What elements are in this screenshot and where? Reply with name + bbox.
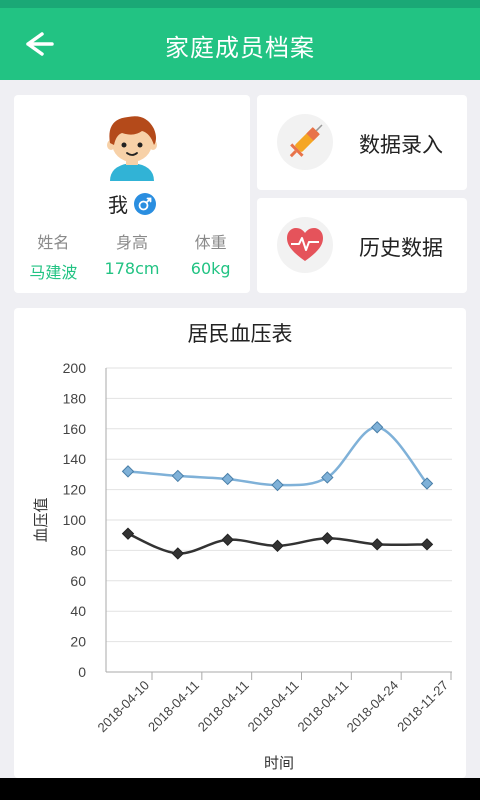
y-tick-label: 140 xyxy=(63,451,87,467)
stat-labels: 姓名 身高 体重 xyxy=(14,229,250,253)
display-name-row: 我 xyxy=(14,189,250,218)
data-point xyxy=(420,538,434,551)
y-tick-label: 160 xyxy=(63,421,87,437)
y-tick-label: 40 xyxy=(70,603,86,619)
height-value: 178cm xyxy=(104,259,160,278)
y-tick-label: 100 xyxy=(63,512,87,528)
y-tick-label: 120 xyxy=(63,482,87,498)
weight-value: 60kg xyxy=(190,259,231,278)
history-data-label: 历史数据 xyxy=(359,236,443,260)
data-point xyxy=(121,465,135,478)
syringe-icon xyxy=(277,114,333,170)
x-tick-label: 2018-04-10 xyxy=(94,678,152,736)
y-tick-label: 20 xyxy=(70,634,86,650)
x-tick-label: 2018-04-24 xyxy=(344,678,402,736)
display-name: 我 xyxy=(108,193,128,217)
app-bar: 家庭成员档案 xyxy=(0,8,480,80)
data-point xyxy=(370,538,384,551)
data-point xyxy=(121,527,135,540)
avatar xyxy=(107,116,157,181)
male-icon xyxy=(134,193,156,215)
data-point xyxy=(171,547,185,560)
x-tick-label: 2018-11-27 xyxy=(394,678,451,735)
system-navigation-bar xyxy=(0,778,480,800)
data-point xyxy=(271,539,284,553)
height-label: 身高 xyxy=(116,233,149,252)
data-point xyxy=(370,421,384,434)
data-point xyxy=(171,469,185,483)
weight-label: 体重 xyxy=(194,233,227,252)
y-axis-label: 血压值 xyxy=(32,497,50,542)
status-bar xyxy=(0,0,480,8)
stat-values: 马建波 178cm 60kg xyxy=(14,259,250,283)
name-value: 马建波 xyxy=(29,263,78,282)
y-tick-label: 60 xyxy=(70,573,86,589)
y-tick-label: 200 xyxy=(63,360,87,376)
data-point xyxy=(321,532,334,545)
profile-card: 我 姓名 身高 体重 马建波 178cm 60kg xyxy=(14,95,250,293)
x-tick-label: 2018-04-11 xyxy=(195,678,252,735)
data-point xyxy=(271,478,284,492)
y-tick-label: 0 xyxy=(78,664,86,680)
name-label: 姓名 xyxy=(37,233,70,252)
data-entry-label: 数据录入 xyxy=(359,133,443,157)
blood-pressure-chart-card: 居民血压表 0 20 40 60 80 100 120 140 160 180 200 2018-04… xyxy=(14,308,466,778)
data-point xyxy=(221,533,234,546)
heart-pulse-icon xyxy=(277,217,333,273)
x-tick-label: 2018-04-11 xyxy=(145,678,202,735)
x-tick-label: 2018-04-11 xyxy=(245,678,302,735)
history-data-button[interactable]: 历史数据 xyxy=(257,198,467,293)
x-tick-label: 2018-04-11 xyxy=(294,678,351,735)
data-entry-button[interactable]: 数据录入 xyxy=(257,95,467,190)
data-point xyxy=(221,472,234,486)
page-title: 家庭成员档案 xyxy=(165,34,315,62)
blood-pressure-chart: 0204060801001201401601802002018-04-10201… xyxy=(32,360,452,772)
y-tick-label: 180 xyxy=(63,390,87,406)
y-tick-label: 80 xyxy=(70,542,86,558)
x-axis-label: 时间 xyxy=(264,754,294,772)
